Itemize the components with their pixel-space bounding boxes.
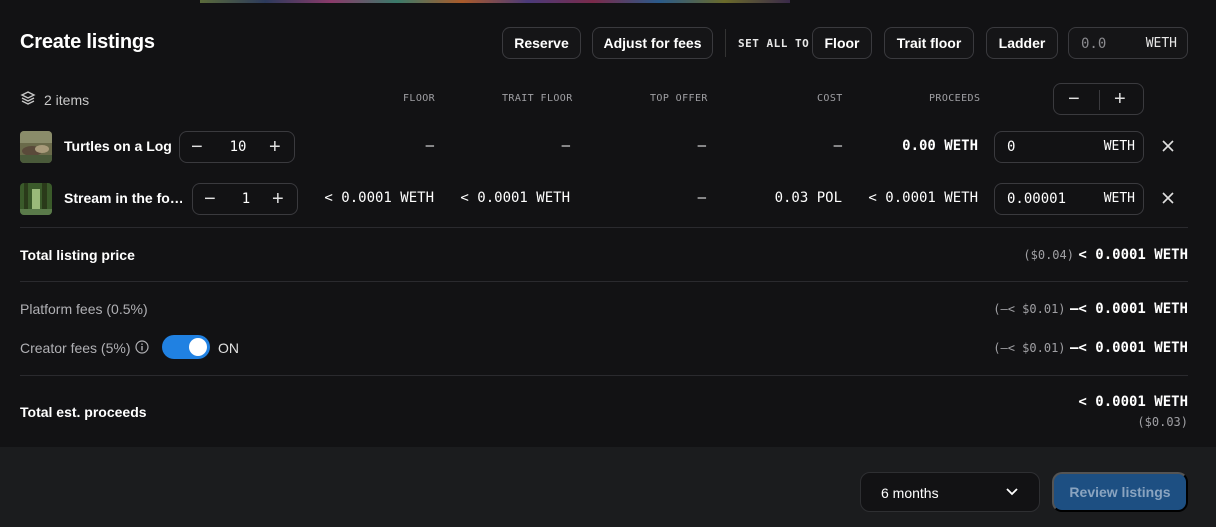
col-cost: COST — [817, 93, 843, 104]
creator-fees-amount: –< 0.0001 WETH — [1069, 340, 1188, 356]
col-top-offer: TOP OFFER — [650, 93, 708, 104]
floor-value: < 0.0001 WETH — [324, 190, 434, 206]
floor-value: – — [425, 138, 434, 154]
creator-fees-toggle-label: ON — [218, 340, 239, 356]
divider — [20, 281, 1188, 282]
total-listing-price-value: ($0.04) < 0.0001 WETH — [1023, 246, 1188, 264]
minus-icon[interactable]: − — [204, 189, 216, 209]
price-value: 0.00001 — [1007, 191, 1067, 207]
price-input[interactable]: 0 WETH — [994, 131, 1144, 163]
minus-icon[interactable]: − — [191, 137, 203, 157]
duration-value: 6 months — [881, 485, 939, 501]
creator-fees-value: (–< $0.01) –< 0.0001 WETH — [993, 339, 1188, 357]
item-thumbnail — [20, 131, 52, 163]
bulk-quantity-stepper[interactable]: − + — [1053, 83, 1144, 115]
floor-button[interactable]: Floor — [812, 27, 872, 59]
platform-fees-value: (–< $0.01) –< 0.0001 WETH — [993, 300, 1188, 318]
price-input[interactable]: 0.00001 WETH — [994, 183, 1144, 215]
duration-select[interactable]: 6 months — [860, 472, 1040, 512]
trait-floor-value: < 0.0001 WETH — [460, 190, 570, 206]
total-est-proceeds-label: Total est. proceeds — [20, 404, 147, 420]
set-all-price-currency: WETH — [1145, 36, 1177, 51]
items-count: 2 items — [20, 90, 89, 109]
set-all-to-label: SET ALL TO — [738, 37, 810, 50]
minus-icon[interactable]: − — [1068, 89, 1080, 109]
page-title: Create listings — [20, 31, 155, 53]
info-icon[interactable] — [135, 340, 149, 359]
banner-art — [200, 0, 790, 3]
col-proceeds: PROCEEDS — [929, 93, 981, 104]
chevron-down-icon — [1005, 484, 1019, 503]
adjust-for-fees-button[interactable]: Adjust for fees — [592, 27, 713, 59]
listing-row: Turtles on a Log − 10 + – – – – 0.00 WET… — [0, 127, 1216, 167]
layers-icon — [20, 90, 36, 109]
price-currency: WETH — [1103, 191, 1135, 206]
review-listings-button[interactable]: Review listings — [1052, 472, 1188, 512]
total-est-proceeds-usd: ($0.03) — [1137, 415, 1188, 429]
toolbar-divider — [725, 29, 726, 57]
quantity-stepper[interactable]: − 10 + — [179, 131, 295, 163]
divider — [20, 375, 1188, 376]
col-floor: FLOOR — [403, 93, 436, 104]
items-count-label: 2 items — [44, 91, 90, 108]
set-all-price-placeholder: 0.0 — [1081, 36, 1107, 52]
creator-fees-usd: (–< $0.01) — [993, 341, 1066, 355]
plus-icon[interactable]: + — [1114, 89, 1126, 109]
item-thumbnail — [20, 183, 52, 215]
platform-fees-amount: –< 0.0001 WETH — [1069, 301, 1188, 317]
divider — [20, 227, 1188, 228]
price-currency: WETH — [1103, 139, 1135, 154]
top-offer-value: – — [697, 138, 706, 154]
proceeds-value: 0.00 WETH — [902, 138, 978, 154]
creator-fees-toggle[interactable] — [162, 335, 210, 359]
proceeds-value: < 0.0001 WETH — [868, 190, 978, 206]
set-all-price-input[interactable]: 0.0 WETH — [1068, 27, 1188, 59]
creator-fees-label: Creator fees (5%) — [20, 340, 131, 356]
close-icon[interactable] — [1161, 136, 1179, 156]
total-listing-price-label: Total listing price — [20, 247, 135, 263]
plus-icon[interactable]: + — [272, 189, 284, 209]
total-est-proceeds-amount: < 0.0001 WETH — [1078, 394, 1188, 410]
close-icon[interactable] — [1161, 188, 1179, 208]
stepper-separator — [1099, 90, 1100, 110]
price-value: 0 — [1007, 139, 1016, 155]
total-listing-price-amount: < 0.0001 WETH — [1078, 247, 1188, 263]
ladder-button[interactable]: Ladder — [986, 27, 1058, 59]
platform-fees-label: Platform fees (0.5%) — [20, 301, 148, 317]
quantity-value: 1 — [241, 191, 251, 207]
plus-icon[interactable]: + — [269, 137, 281, 157]
item-name: Stream in the fo… — [64, 190, 182, 206]
cost-value: 0.03 POL — [774, 190, 842, 206]
top-offer-value: – — [697, 190, 706, 206]
total-listing-price-usd: ($0.04) — [1023, 248, 1074, 262]
quantity-value: 10 — [229, 139, 247, 155]
quantity-stepper[interactable]: − 1 + — [192, 183, 298, 215]
reserve-button[interactable]: Reserve — [502, 27, 581, 59]
item-name: Turtles on a Log — [64, 138, 172, 154]
cost-value: – — [833, 138, 842, 154]
collection-banner-strip — [0, 0, 1216, 3]
trait-floor-value: – — [561, 138, 570, 154]
col-trait-floor: TRAIT FLOOR — [502, 93, 573, 104]
trait-floor-button[interactable]: Trait floor — [884, 27, 974, 59]
listing-row: Stream in the fo… − 1 + < 0.0001 WETH < … — [0, 179, 1216, 219]
platform-fees-usd: (–< $0.01) — [993, 302, 1066, 316]
toggle-knob — [189, 338, 207, 356]
